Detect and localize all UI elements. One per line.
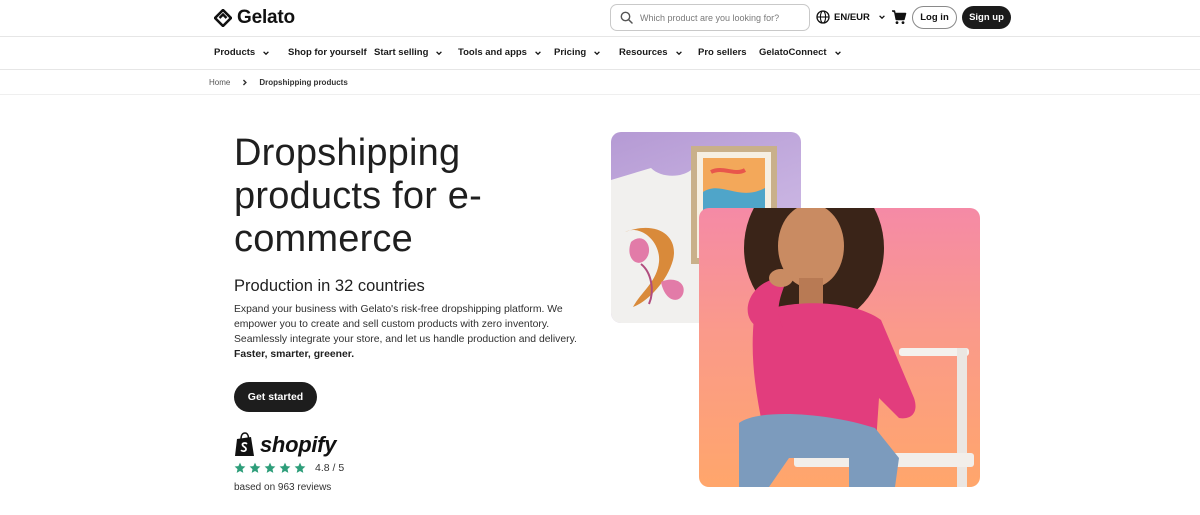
nav-label: Shop for yourself <box>288 47 367 58</box>
breadcrumb-current: Dropshipping products <box>259 77 348 87</box>
star-icon <box>249 462 261 473</box>
chevron-down-icon <box>594 50 601 55</box>
gelato-logo[interactable]: Gelato <box>214 7 295 29</box>
gelato-diamond-icon <box>214 9 232 27</box>
breadcrumb: Home Dropshipping products <box>0 70 1200 95</box>
model-photo-image <box>699 208 980 487</box>
chevron-right-icon <box>243 79 248 85</box>
hero-description-text: Expand your business with Gelato's risk-… <box>234 304 577 345</box>
nav-item-products[interactable]: Products <box>214 47 270 58</box>
chevron-down-icon <box>263 50 270 55</box>
star-icon <box>234 462 246 473</box>
rating-row: 4.8 / 5 <box>234 462 344 474</box>
shopify-bag-icon <box>235 432 254 456</box>
rating-score: 4.8 / 5 <box>315 462 345 474</box>
shopify-wordmark: shopify <box>260 432 337 457</box>
logo-text: Gelato <box>237 7 295 28</box>
nav-label: Tools and apps <box>458 47 527 58</box>
nav-item-shop-for-yourself[interactable]: Shop for yourself <box>288 47 367 58</box>
main-nav: Products Shop for yourself Start selling… <box>0 36 1200 70</box>
hero-description: Expand your business with Gelato's risk-… <box>234 302 579 362</box>
nav-label: Products <box>214 47 256 58</box>
nav-label: Pro sellers <box>698 47 747 58</box>
shopify-logo: shopify <box>234 432 336 458</box>
star-icon <box>264 462 276 473</box>
cart-button[interactable] <box>891 9 907 30</box>
nav-item-tools-and-apps[interactable]: Tools and apps <box>458 47 542 58</box>
nav-item-start-selling[interactable]: Start selling <box>374 47 443 58</box>
chevron-down-icon <box>879 15 885 20</box>
get-started-button[interactable]: Get started <box>234 382 317 412</box>
review-count: based on 963 reviews <box>234 482 332 493</box>
cart-icon <box>892 10 907 24</box>
nav-label: Pricing <box>554 47 587 58</box>
language-selector[interactable]: EN/EUR <box>816 10 886 24</box>
star-icon <box>294 462 306 473</box>
nav-label: Start selling <box>374 47 429 58</box>
chevron-down-icon <box>436 50 443 55</box>
woman-in-pink-sweater-illustration <box>739 208 974 487</box>
hero-description-bold: Faster, smarter, greener. <box>234 349 355 360</box>
language-label: EN/EUR <box>834 11 870 23</box>
nav-item-pro-sellers[interactable]: Pro sellers <box>698 47 747 58</box>
chevron-down-icon <box>535 50 541 55</box>
nav-item-gelatoconnect[interactable]: GelatoConnect <box>759 47 842 58</box>
page-title: Dropshipping products for e-commerce <box>234 132 482 260</box>
nav-item-pricing[interactable]: Pricing <box>554 47 601 58</box>
nav-item-resources[interactable]: Resources <box>619 47 683 58</box>
search-box[interactable] <box>610 4 810 31</box>
globe-icon <box>816 10 830 24</box>
nav-label: GelatoConnect <box>759 47 827 58</box>
breadcrumb-home-link[interactable]: Home <box>209 78 230 87</box>
nav-label: Resources <box>619 47 668 58</box>
chevron-down-icon <box>675 50 682 55</box>
search-input[interactable] <box>640 12 800 23</box>
top-bar: Gelato EN/EUR Log in Sign up <box>0 0 1200 36</box>
chevron-down-icon <box>834 50 841 55</box>
login-button[interactable]: Log in <box>912 6 957 29</box>
signup-button[interactable]: Sign up <box>962 6 1011 29</box>
search-icon <box>620 11 633 24</box>
hero-subtitle: Production in 32 countries <box>234 277 425 295</box>
star-icon <box>279 462 291 473</box>
